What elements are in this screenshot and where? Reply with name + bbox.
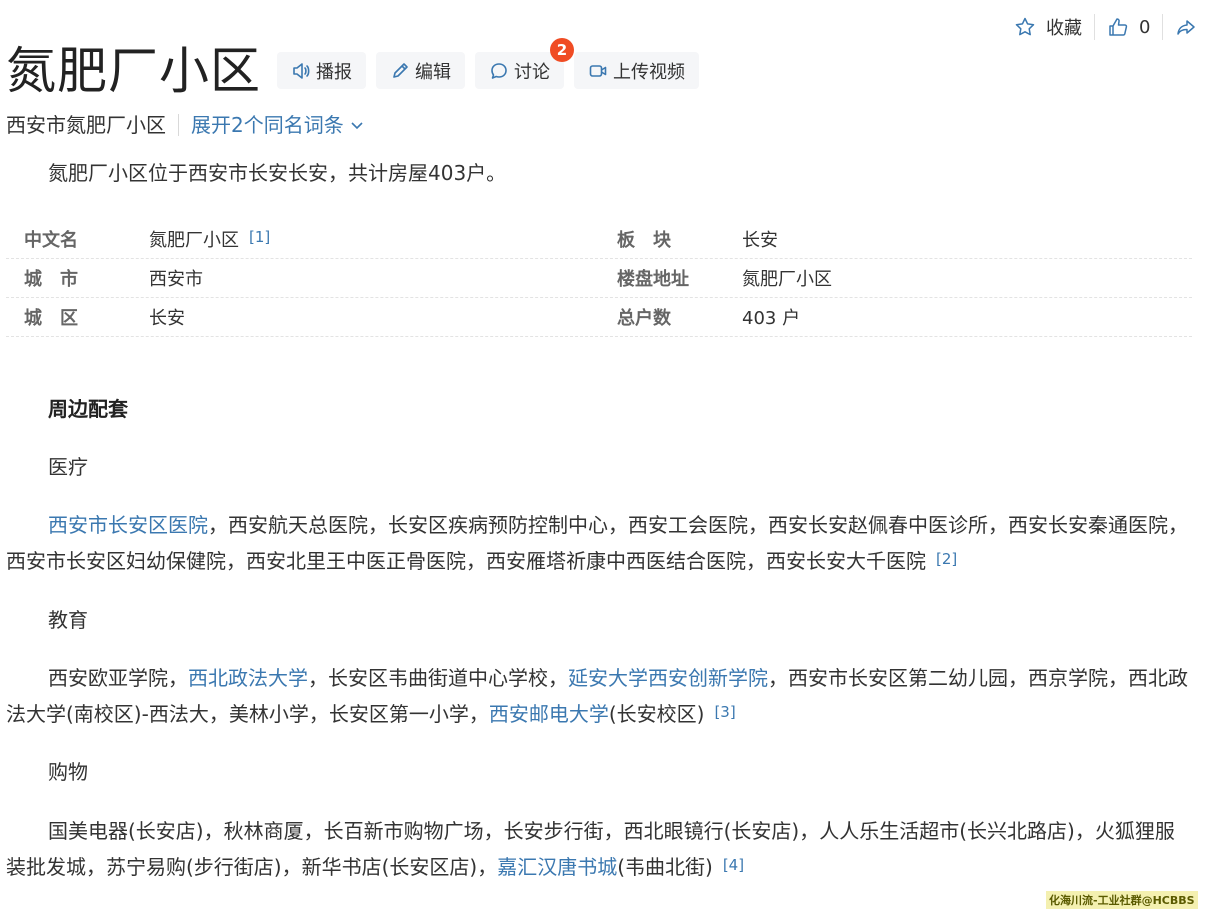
info-label: 楼盘地址: [617, 269, 689, 290]
education-text: ，长安区韦曲街道中心学校，: [308, 666, 568, 690]
info-table: 中文名 氮肥厂小区 [1] 板 块 长安 城 市 西安市 楼盘地址 氮肥厂小区 城…: [6, 220, 1192, 337]
expand-label: 展开2个同名词条: [191, 113, 344, 137]
subtitle-bar: 西安市氮肥厂小区 展开2个同名词条: [6, 110, 364, 140]
divider: [1162, 14, 1164, 40]
chat-bubble-icon: [491, 62, 507, 79]
pencil-icon: [393, 62, 408, 78]
shopping-text: (韦曲北街): [617, 855, 713, 879]
discuss-count-badge: 2: [550, 38, 574, 62]
info-value: 长安: [742, 230, 778, 251]
reference-link[interactable]: [2]: [936, 550, 957, 568]
broadcast-label: 播报: [316, 61, 352, 83]
share-icon: [1177, 20, 1196, 35]
like-button[interactable]: 0: [1107, 16, 1150, 38]
edit-button[interactable]: 编辑: [376, 52, 465, 89]
bookstore-link[interactable]: 嘉汇汉唐书城: [497, 855, 617, 879]
favorite-label: 收藏: [1046, 18, 1082, 39]
video-camera-icon: [589, 64, 607, 77]
reference-link[interactable]: [1]: [249, 228, 270, 246]
favorite-button[interactable]: 收藏: [1014, 14, 1082, 40]
info-row: 城 区 长安 总户数 403 户: [6, 298, 1192, 337]
page-title: 氮肥厂小区: [6, 42, 261, 100]
upload-video-button[interactable]: 上传视频: [574, 52, 699, 89]
thumbs-up-icon: [1109, 18, 1128, 36]
subsection-shopping-title: 购物: [48, 760, 88, 784]
subsection-education-title: 教育: [48, 608, 88, 632]
like-count: 0: [1139, 16, 1151, 38]
university-link[interactable]: 西安邮电大学: [489, 702, 609, 726]
speaker-icon: [293, 62, 310, 79]
info-label: 板 块: [617, 230, 671, 251]
watermark: 化海川流-工业社群@HCBBS: [1046, 891, 1198, 909]
upload-video-label: 上传视频: [613, 61, 685, 83]
divider: [1094, 14, 1095, 40]
shopping-paragraph: 国美电器(长安店)，秋林商厦，长百新市购物广场，长安步行街，西北眼镜行(长安店)…: [6, 813, 1194, 887]
education-text: 西安欧亚学院，: [48, 666, 188, 690]
section-heading: 周边配套: [48, 397, 128, 421]
discuss-button[interactable]: 讨论 2: [475, 38, 574, 89]
info-value-text: 氮肥厂小区: [149, 230, 239, 251]
info-value: 长安: [149, 308, 185, 329]
divider: [178, 114, 179, 136]
share-button[interactable]: [1175, 16, 1197, 38]
discuss-label: 讨论: [514, 61, 550, 83]
info-value: 氮肥厂小区 [1]: [149, 226, 599, 252]
info-row: 中文名 氮肥厂小区 [1] 板 块 长安: [6, 220, 1192, 259]
info-value: 403 户: [742, 308, 801, 329]
college-link[interactable]: 延安大学西安创新学院: [568, 666, 768, 690]
star-icon: [1015, 17, 1035, 36]
reference-link[interactable]: [4]: [723, 856, 744, 874]
info-value: 氮肥厂小区: [742, 269, 832, 290]
summary: 氮肥厂小区位于西安市长安长安，共计房屋403户。: [48, 161, 507, 185]
page-actions: 收藏 0: [1014, 14, 1197, 40]
toolbar: 播报 编辑 讨论 2 上传视频: [277, 38, 699, 89]
broadcast-button[interactable]: 播报: [277, 52, 366, 89]
subsection-medical-title: 医疗: [48, 455, 88, 479]
education-text: (长安校区): [608, 702, 705, 726]
info-label: 城 市: [24, 269, 78, 290]
reference-link[interactable]: [3]: [714, 703, 735, 721]
info-row: 城 市 西安市 楼盘地址 氮肥厂小区: [6, 259, 1192, 298]
education-paragraph: 西安欧亚学院，西北政法大学，长安区韦曲街道中心学校，延安大学西安创新学院，西安市…: [6, 660, 1194, 734]
info-label: 总户数: [617, 308, 671, 329]
info-label: 中文名: [24, 230, 78, 251]
hospital-link[interactable]: 西安市长安区医院: [48, 513, 208, 537]
edit-label: 编辑: [415, 61, 451, 83]
medical-paragraph: 西安市长安区医院，西安航天总医院，长安区疾病预防控制中心，西安工会医院，西安长安…: [6, 507, 1194, 581]
chevron-down-icon: [351, 122, 363, 130]
info-label: 城 区: [24, 308, 78, 329]
expand-homonyms-link[interactable]: 展开2个同名词条: [191, 110, 364, 140]
subtitle-name: 西安市氮肥厂小区: [6, 113, 166, 137]
info-value: 西安市: [149, 269, 203, 290]
university-link[interactable]: 西北政法大学: [188, 666, 308, 690]
